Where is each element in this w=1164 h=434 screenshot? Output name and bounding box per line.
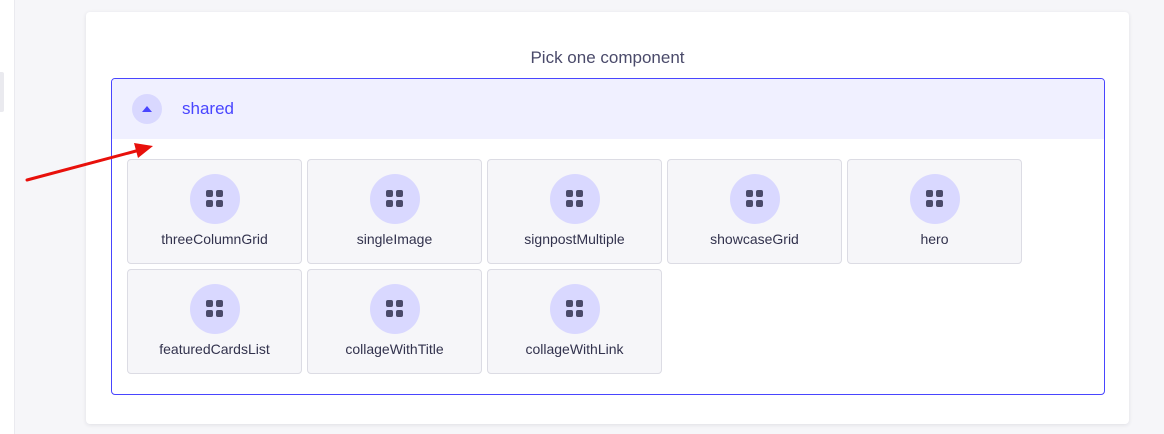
component-card-threecolumngrid[interactable]: threeColumnGrid — [127, 159, 302, 264]
grid-icon — [550, 284, 600, 334]
grid-icon — [730, 174, 780, 224]
component-label: signpostMultiple — [524, 231, 625, 247]
component-label: featuredCardsList — [159, 341, 270, 357]
left-sidebar — [0, 0, 15, 434]
sidebar-tab[interactable] — [0, 72, 4, 112]
component-label: threeColumnGrid — [161, 231, 268, 247]
collapse-toggle-button[interactable] — [132, 94, 162, 124]
grid-icon — [910, 174, 960, 224]
component-picker-panel: Pick one component shared threeColumnGri… — [86, 12, 1129, 424]
chevron-up-icon — [142, 106, 152, 112]
component-card-collagewithtitle[interactable]: collageWithTitle — [307, 269, 482, 374]
component-label: hero — [920, 231, 949, 247]
component-label: singleImage — [356, 231, 433, 247]
grid-icon — [370, 174, 420, 224]
category-accordion: shared threeColumnGrid singleImage signp… — [111, 78, 1105, 395]
component-card-featuredcardslist[interactable]: featuredCardsList — [127, 269, 302, 374]
component-label: collageWithTitle — [345, 341, 444, 357]
category-name: shared — [182, 99, 234, 118]
component-label: showcaseGrid — [710, 231, 799, 247]
component-card-hero[interactable]: hero — [847, 159, 1022, 264]
component-card-showcasegrid[interactable]: showcaseGrid — [667, 159, 842, 264]
accordion-header[interactable]: shared — [112, 79, 1104, 139]
picker-heading: Pick one component — [530, 48, 685, 67]
component-grid: threeColumnGrid singleImage signpostMult… — [127, 159, 1027, 374]
grid-icon — [190, 174, 240, 224]
component-label: collageWithLink — [525, 341, 624, 357]
component-card-signpostmultiple[interactable]: signpostMultiple — [487, 159, 662, 264]
grid-icon — [550, 174, 600, 224]
component-card-collagewithlink[interactable]: collageWithLink — [487, 269, 662, 374]
grid-icon — [370, 284, 420, 334]
grid-icon — [190, 284, 240, 334]
component-card-singleimage[interactable]: singleImage — [307, 159, 482, 264]
